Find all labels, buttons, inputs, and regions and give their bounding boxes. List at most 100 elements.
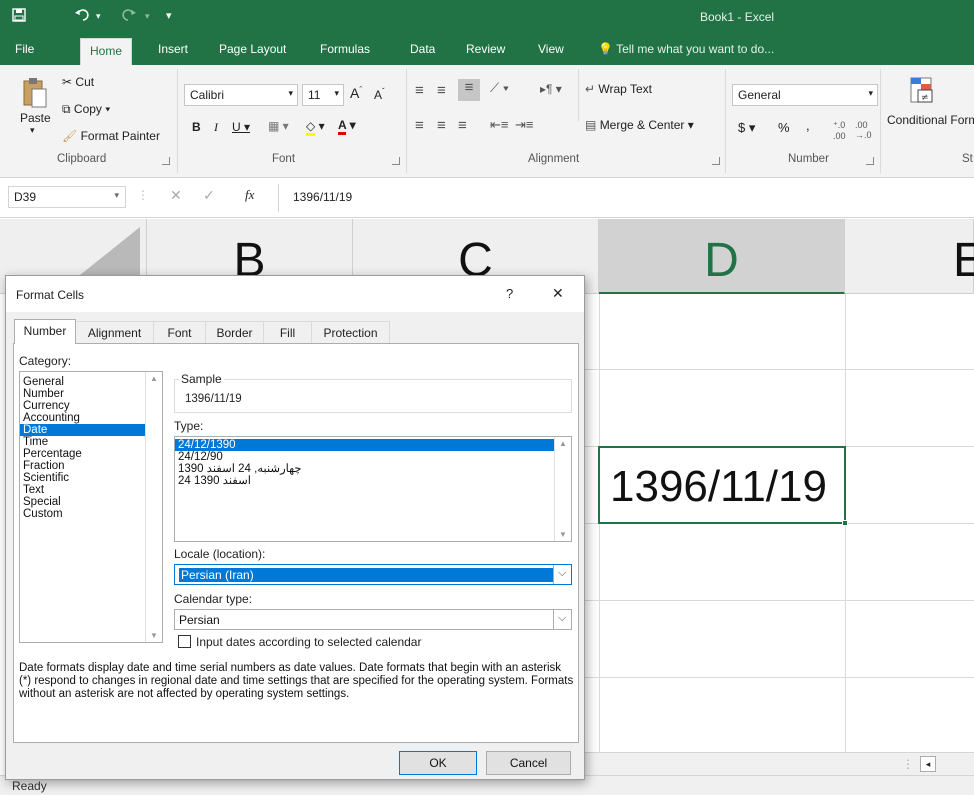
formula-input[interactable]: 1396/11/19: [278, 184, 974, 212]
category-item[interactable]: Scientific: [20, 472, 162, 484]
scroll-up-icon[interactable]: ▲: [150, 374, 158, 383]
category-item[interactable]: Custom: [20, 508, 162, 520]
clipboard-launcher-icon[interactable]: [162, 157, 170, 165]
type-scrollbar[interactable]: ▲ ▼: [554, 437, 571, 541]
increase-font-size-icon[interactable]: Aˆ: [350, 85, 362, 101]
tab-formulas[interactable]: Formulas: [320, 42, 370, 56]
scroll-up-icon[interactable]: ▲: [559, 439, 567, 448]
number-launcher-icon[interactable]: [866, 157, 874, 165]
tab-alignment[interactable]: Alignment: [76, 321, 154, 343]
comma-style-button[interactable]: ,: [806, 118, 810, 133]
fill-color-icon[interactable]: ◇ ▾: [306, 119, 325, 136]
bottom-align-icon[interactable]: ≡: [458, 79, 480, 101]
confirm-entry-icon[interactable]: ✓: [203, 187, 215, 204]
text-direction-icon[interactable]: ▸¶ ▾: [540, 82, 562, 96]
save-icon[interactable]: [12, 8, 26, 25]
insert-function-icon[interactable]: fx: [245, 187, 254, 203]
redo-dropdown-icon[interactable]: ▾: [145, 11, 150, 22]
decrease-indent-icon[interactable]: ⇤≡: [490, 117, 508, 133]
orientation-icon[interactable]: ⟋ ▾: [490, 80, 509, 96]
underline-icon[interactable]: U ▾: [232, 120, 250, 134]
fill-handle[interactable]: [842, 520, 848, 526]
paste-icon[interactable]: [22, 77, 48, 112]
input-dates-checkbox[interactable]: [178, 635, 191, 648]
category-item[interactable]: Text: [20, 484, 162, 496]
conditional-formatting-button[interactable]: Conditional Formatting: [887, 113, 974, 128]
tab-border[interactable]: Border: [206, 321, 264, 343]
tab-data[interactable]: Data: [410, 42, 435, 56]
undo-icon[interactable]: [75, 8, 91, 25]
type-item[interactable]: چهارشنبه, 24 اسفند 1390: [175, 463, 554, 475]
tab-page-layout[interactable]: Page Layout: [219, 42, 286, 56]
type-item[interactable]: 24 اسفند 1390: [175, 475, 554, 487]
category-item[interactable]: Currency: [20, 400, 162, 412]
decrease-decimal-icon[interactable]: .00 →.0: [855, 120, 872, 140]
customize-qat-icon[interactable]: ▾: [166, 9, 172, 22]
chevron-down-icon[interactable]: ⌵: [553, 610, 571, 629]
type-item[interactable]: 24/12/90: [175, 451, 554, 463]
scroll-down-icon[interactable]: ▼: [559, 530, 567, 539]
italic-icon[interactable]: I: [214, 120, 218, 135]
tab-protection[interactable]: Protection: [312, 321, 390, 343]
number-format-combo[interactable]: General ▾: [732, 84, 878, 106]
alignment-launcher-icon[interactable]: [712, 157, 720, 165]
font-name-combo[interactable]: Calibri ▾: [184, 84, 298, 106]
tab-font[interactable]: Font: [154, 321, 206, 343]
tab-home[interactable]: Home: [80, 38, 133, 65]
category-list[interactable]: General Number Currency Accounting Date …: [19, 371, 163, 643]
scroll-down-icon[interactable]: ▼: [150, 631, 158, 640]
increase-decimal-icon[interactable]: ⁺.0.00: [833, 120, 846, 141]
tab-file[interactable]: File: [15, 42, 34, 56]
top-align-icon[interactable]: ≡: [415, 82, 424, 99]
category-item[interactable]: Accounting: [20, 412, 162, 424]
type-item-selected[interactable]: 24/12/1390: [175, 439, 554, 451]
column-header-d[interactable]: D: [599, 219, 845, 294]
category-item-selected[interactable]: Date: [20, 424, 162, 436]
tell-me-box[interactable]: 💡 Tell me what you want to do...: [598, 42, 774, 56]
category-item[interactable]: Fraction: [20, 460, 162, 472]
align-right-icon[interactable]: ≡: [458, 117, 467, 134]
cut-button[interactable]: ✂ Cut: [62, 75, 94, 89]
category-item[interactable]: General: [20, 376, 162, 388]
bold-icon[interactable]: B: [192, 120, 201, 134]
close-button[interactable]: ✕: [552, 285, 564, 302]
category-scrollbar[interactable]: ▲ ▼: [145, 372, 162, 642]
active-cell-d39[interactable]: 1396/11/19: [598, 446, 848, 526]
type-list[interactable]: 24/12/1390 24/12/90 چهارشنبه, 24 اسفند 1…: [174, 436, 572, 542]
borders-icon[interactable]: ▦ ▾: [268, 119, 289, 133]
copy-button[interactable]: ⧉ Copy ▾: [62, 102, 110, 117]
font-size-combo[interactable]: 11 ▾: [302, 84, 344, 106]
column-header-e[interactable]: E: [845, 219, 974, 294]
chevron-down-icon[interactable]: ⌵: [553, 565, 571, 584]
percent-style-button[interactable]: %: [778, 120, 790, 135]
middle-align-icon[interactable]: ≡: [437, 82, 446, 99]
ok-button[interactable]: OK: [399, 751, 477, 775]
font-launcher-icon[interactable]: [392, 157, 400, 165]
merge-center-button[interactable]: ▤ Merge & Center ▾: [585, 118, 694, 132]
tab-view[interactable]: View: [538, 42, 564, 56]
scroll-left-icon[interactable]: ◂: [920, 756, 936, 772]
tab-number[interactable]: Number: [14, 319, 76, 344]
increase-indent-icon[interactable]: ⇥≡: [515, 117, 533, 133]
category-item[interactable]: Number: [20, 388, 162, 400]
font-color-icon[interactable]: A ▾: [338, 118, 356, 135]
align-center-icon[interactable]: ≡: [437, 117, 446, 134]
help-button[interactable]: ?: [506, 286, 513, 301]
locale-combo[interactable]: Persian (Iran) ⌵: [174, 564, 572, 585]
decrease-font-size-icon[interactable]: Aˇ: [374, 87, 385, 102]
format-painter-button[interactable]: 🖌 Format Painter: [62, 129, 160, 143]
category-item[interactable]: Special: [20, 496, 162, 508]
wrap-text-button[interactable]: ↵ Wrap Text: [585, 82, 652, 96]
category-item[interactable]: Percentage: [20, 448, 162, 460]
conditional-formatting-icon[interactable]: ≠: [910, 77, 936, 108]
undo-dropdown-icon[interactable]: ▾: [96, 11, 101, 22]
accounting-format-button[interactable]: $ ▾: [738, 120, 755, 136]
tab-fill[interactable]: Fill: [264, 321, 312, 343]
paste-dropdown-icon[interactable]: ▾: [30, 125, 35, 136]
tab-insert[interactable]: Insert: [158, 42, 188, 56]
cancel-entry-icon[interactable]: ✕: [170, 187, 182, 204]
paste-button[interactable]: Paste: [20, 111, 51, 125]
cancel-button[interactable]: Cancel: [486, 751, 571, 775]
calendar-type-combo[interactable]: Persian ⌵: [174, 609, 572, 630]
tab-review[interactable]: Review: [466, 42, 505, 56]
